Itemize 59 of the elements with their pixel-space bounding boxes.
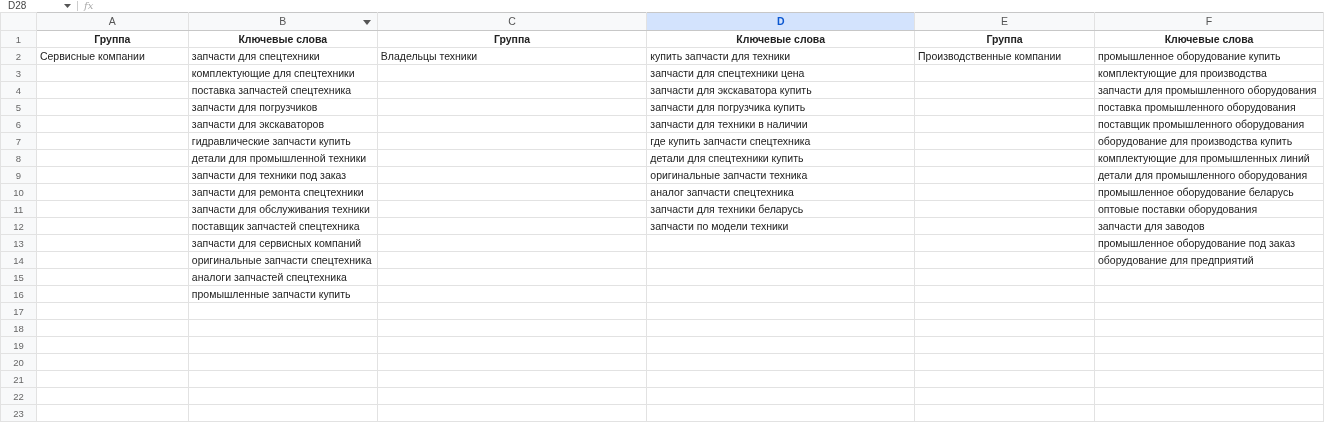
table-cell: запчасти для техники беларусь [646,200,915,218]
table-cell: поставка промышленного оборудования [1094,98,1324,116]
table-cell: промышленные запчасти купить [188,285,378,303]
table-cell: запчасти для погрузчика купить [646,98,915,116]
table-cell: запчасти для спецтехники цена [646,64,915,82]
table-cell: аналоги запчастей спецтехника [188,268,378,286]
table-cell: запчасти для техники под заказ [188,166,378,184]
formula-label: fx [84,1,94,11]
table-cell: поставщик промышленного оборудования [1094,115,1324,133]
header-cell: Группа [914,30,1095,48]
header-cell: Ключевые слова [646,30,915,48]
header-cell: Ключевые слова [1094,30,1324,48]
column-header[interactable]: C [377,12,647,31]
table-cell: аналог запчасти спецтехника [646,183,915,201]
header-cell: Ключевые слова [188,30,378,48]
table-cell: оригинальные запчасти спецтехника [188,251,378,269]
table-cell: промышленное оборудование беларусь [1094,183,1324,201]
table-cell: комплектующие для промышленных линий [1094,149,1324,167]
column-header[interactable]: E [914,12,1095,31]
table-cell: детали для спецтехники купить [646,149,915,167]
table-cell: запчасти для ремонта спецтехники [188,183,378,201]
column-header[interactable]: B [188,12,378,31]
table-cell: поставка запчастей спецтехника [188,81,378,99]
name-box[interactable]: D28 [8,1,58,11]
table-cell: оборудование для производства купить [1094,132,1324,150]
table-cell: детали для промышленной техники [188,149,378,167]
header-cell: Группа [377,30,647,48]
table-cell: Производственные компании [914,47,1095,65]
column-header[interactable]: D [646,12,915,31]
corner-cell[interactable] [0,12,37,31]
table-cell: гидравлические запчасти купить [188,132,378,150]
dropdown-caret-icon[interactable] [64,4,71,8]
table-cell: запчасти для заводов [1094,217,1324,235]
table-cell: оборудование для предприятий [1094,251,1324,269]
filter-caret-icon[interactable] [362,20,371,25]
table-cell: запчасти для техники в наличии [646,115,915,133]
table-cell: оптовые поставки оборудования [1094,200,1324,218]
table-cell: запчасти для обслуживания техники [188,200,378,218]
header-cell: Группа [36,30,189,48]
table-cell: оригинальные запчасти техника [646,166,915,184]
column-header[interactable]: A [36,12,189,31]
table-cell: запчасти для экскаватора купить [646,81,915,99]
table-cell: промышленное оборудование купить [1094,47,1324,65]
table-cell: поставщик запчастей спецтехника [188,217,378,235]
table-cell: запчасти для экскаваторов [188,115,378,133]
table-cell: где купить запчасти спецтехника [646,132,915,150]
table-cell: запчасти для сервисных компаний [188,234,378,252]
table-cell: запчасти для погрузчиков [188,98,378,116]
table-cell: запчасти для спецтехники [188,47,378,65]
table-cell: комплектующие для спецтехники [188,64,378,82]
table-cell: запчасти по модели техники [646,217,915,235]
column-header[interactable]: F [1094,12,1324,31]
table-cell: купить запчасти для техники [646,47,915,65]
table-cell: Сервисные компании [36,47,189,65]
table-cell: детали для промышленного оборудования [1094,166,1324,184]
table-cell: комплектующие для производства [1094,64,1324,82]
table-cell: Владельцы техники [377,47,647,65]
table-cell: запчасти для промышленного оборудования [1094,81,1324,99]
table-cell: промышленное оборудование под заказ [1094,234,1324,252]
